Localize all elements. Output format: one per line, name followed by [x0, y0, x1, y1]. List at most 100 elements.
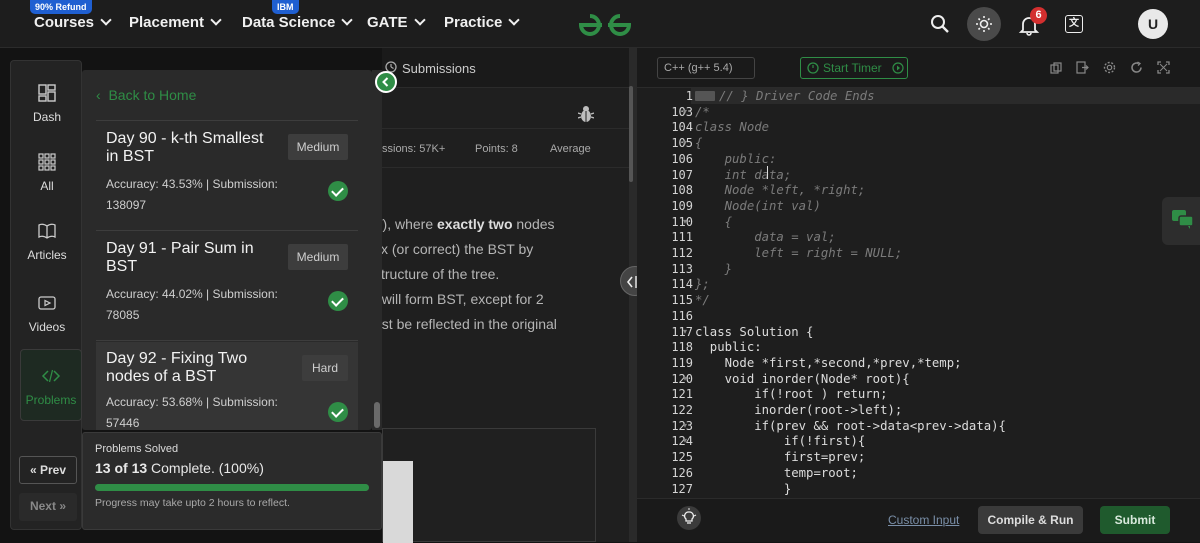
back-to-home-link[interactable]: ‹ Back to Home: [96, 87, 196, 103]
line-number: 123: [671, 418, 693, 433]
code-line[interactable]: */: [695, 293, 710, 307]
fold-chevron-icon[interactable]: ▾: [683, 217, 687, 226]
code-line[interactable]: void inorder(Node* root){: [695, 372, 910, 386]
middle-scrollbar[interactable]: [629, 86, 633, 182]
code-line[interactable]: Node *left, *right;: [695, 183, 866, 197]
rail-item-problems[interactable]: Problems: [20, 349, 82, 421]
copy-icon[interactable]: [1050, 62, 1062, 74]
progress-complete: Complete. (100%): [151, 460, 264, 476]
compile-run-button[interactable]: Compile & Run: [978, 506, 1083, 534]
code-line[interactable]: {: [695, 136, 702, 150]
rail-item-videos[interactable]: Videos: [11, 293, 83, 334]
line-number: 119: [671, 355, 693, 370]
line-number: 111: [671, 230, 693, 245]
tree-diagram-fragment: [383, 461, 413, 543]
line-number: 120: [671, 371, 693, 386]
code-line[interactable]: {: [695, 215, 732, 229]
problem-card[interactable]: Day 90 - k-th Smallest in BST Medium Acc…: [96, 128, 358, 231]
search-icon[interactable]: [930, 14, 950, 34]
top-nav: 90% Refund Courses Placement IBM Data Sc…: [0, 0, 1200, 48]
code-line[interactable]: }: [695, 482, 791, 496]
nav-practice[interactable]: Practice: [444, 14, 521, 31]
rail-item-all[interactable]: All: [11, 152, 83, 193]
line-number: 110: [671, 214, 693, 229]
fold-chevron-icon[interactable]: ▾: [683, 421, 687, 430]
hint-button[interactable]: [677, 506, 701, 530]
bug-report-icon[interactable]: [578, 105, 594, 123]
lightbulb-icon: [681, 508, 697, 524]
code-area[interactable]: 1// } Driver Code Ends 103 ▾/* 104 class Nod…: [637, 88, 1200, 498]
code-line[interactable]: }: [695, 262, 732, 276]
fullscreen-icon[interactable]: [1157, 61, 1170, 74]
fold-chevron-icon[interactable]: ▾: [683, 327, 687, 336]
prev-button[interactable]: « Prev: [19, 456, 77, 484]
solved-check-icon: [328, 291, 348, 311]
export-icon[interactable]: [1076, 61, 1089, 74]
rail-item-articles[interactable]: Articles: [11, 221, 83, 262]
double-chevron-left-icon: «: [29, 463, 37, 477]
code-line[interactable]: class Node: [695, 120, 769, 134]
chevron-left-icon: ‹: [96, 87, 109, 103]
reset-icon[interactable]: [1130, 61, 1143, 74]
code-line[interactable]: Node *first,*second,*prev,*temp;: [695, 356, 962, 370]
code-line[interactable]: if(prev && root->data<prev->data){: [695, 419, 1006, 433]
problem-card[interactable]: Day 91 - Pair Sum in BST Medium Accuracy…: [96, 238, 358, 341]
code-line[interactable]: class Solution {: [695, 325, 813, 339]
code-line[interactable]: public:: [695, 152, 777, 166]
code-line[interactable]: // } Driver Code Ends: [719, 89, 874, 103]
feedback-fab[interactable]: [1162, 197, 1200, 245]
avatar[interactable]: U: [1138, 9, 1168, 39]
dashboard-icon: [38, 84, 56, 102]
progress-panel: Problems Solved 13 of 13 Complete. (100%…: [82, 432, 382, 530]
code-line[interactable]: if(!first){: [695, 434, 865, 448]
rail-item-dash[interactable]: Dash: [11, 83, 83, 124]
language-select[interactable]: C++ (g++ 5.4): [657, 57, 755, 79]
settings-icon[interactable]: [1103, 61, 1116, 74]
divider: [96, 120, 358, 121]
code-line[interactable]: temp=root;: [695, 466, 858, 480]
code-line[interactable]: int data;: [695, 168, 792, 182]
fold-chevron-icon[interactable]: ▾: [683, 138, 687, 147]
fold-marker[interactable]: [695, 91, 715, 101]
code-line[interactable]: inorder(root->left);: [695, 403, 902, 417]
custom-input-link[interactable]: Custom Input: [888, 513, 959, 527]
fold-chevron-icon[interactable]: ▾: [683, 374, 687, 383]
translate-icon[interactable]: 文: [1065, 15, 1083, 33]
solved-check-icon: [328, 181, 348, 201]
example-image: [382, 428, 596, 543]
progress-heading: Problems Solved: [95, 443, 179, 455]
fold-chevron-icon[interactable]: ▾: [683, 107, 687, 116]
problem-title: Day 92 - Fixing Two nodes of a BST: [106, 350, 248, 385]
code-line[interactable]: left = right = NULL;: [695, 246, 902, 260]
list-scrollbar-thumb[interactable]: [374, 402, 380, 428]
line-number: 1: [685, 89, 693, 103]
code-line[interactable]: public:: [695, 340, 762, 354]
book-icon: [38, 223, 56, 239]
code-line[interactable]: if(!root ) return;: [695, 387, 887, 401]
code-line[interactable]: data = val;: [695, 230, 835, 244]
fold-chevron-icon[interactable]: ▾: [683, 436, 687, 445]
desc-bold: exactly two: [437, 216, 513, 232]
nav-courses[interactable]: Courses: [34, 14, 112, 31]
code-line[interactable]: first=prev;: [695, 450, 865, 464]
next-button[interactable]: Next »: [19, 493, 77, 521]
code-line[interactable]: };: [695, 277, 710, 291]
problem-stats-bar: ssions: 57K+ Points: 8 Average: [382, 128, 629, 168]
list-scrollbar-track[interactable]: [372, 88, 382, 430]
nav-placement[interactable]: Placement: [129, 14, 222, 31]
problem-card-current[interactable]: Day 92 - Fixing Two nodes of a BST Hard …: [96, 342, 358, 430]
code-line[interactable]: Node(int val): [695, 199, 821, 213]
nav-data-science[interactable]: Data Science: [242, 14, 354, 31]
start-timer-button[interactable]: Start Timer: [800, 57, 908, 79]
nav-gate[interactable]: GATE: [367, 14, 426, 31]
tab-submissions[interactable]: Submissions: [402, 61, 476, 76]
gfg-logo-icon[interactable]: [575, 8, 635, 40]
play-icon: [38, 296, 56, 310]
submit-button[interactable]: Submit: [1100, 506, 1170, 534]
line-number: 122: [671, 403, 693, 417]
problem-stats: Accuracy: 53.68% | Submission: 57446: [106, 392, 306, 430]
collapse-panel-button[interactable]: [375, 71, 397, 93]
courses-badge: 90% Refund: [30, 0, 92, 14]
code-line[interactable]: /*: [695, 105, 710, 119]
theme-toggle[interactable]: [967, 7, 1001, 41]
